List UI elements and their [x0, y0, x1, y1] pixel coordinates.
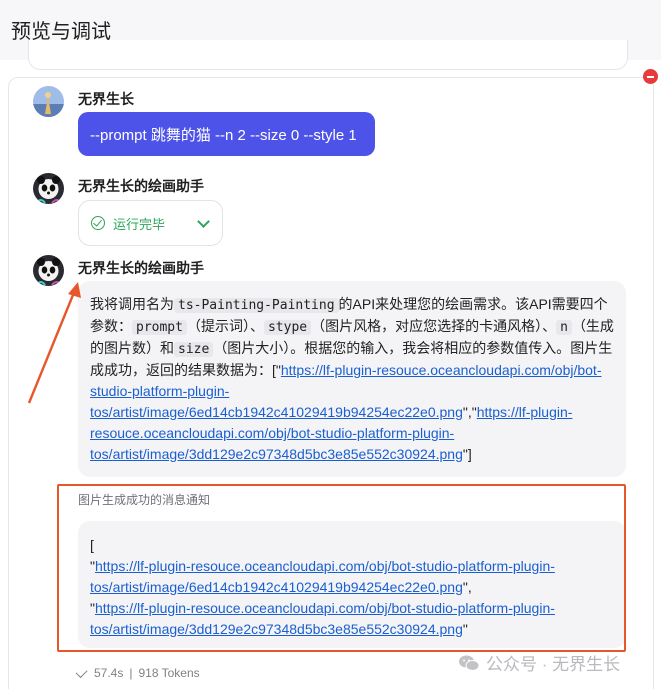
run-status-text: 运行完毕	[113, 216, 166, 232]
annotation-arrow-icon	[27, 282, 81, 404]
reply-text: "]	[462, 446, 472, 462]
inline-code: size	[174, 342, 214, 357]
remove-icon[interactable]	[643, 69, 658, 84]
user-message-bubble: --prompt 跳舞的猫 --n 2 --size 0 --style 1	[78, 112, 375, 156]
watermark-text: 公众号 · 无界生长	[486, 655, 621, 674]
user-name: 无界生长	[78, 91, 134, 107]
inline-code: n	[556, 320, 572, 335]
reply-text: 我将调用名为	[90, 296, 174, 312]
inline-code: ts-Painting-Painting	[174, 298, 339, 313]
reply-text: （提示词）、	[186, 318, 264, 334]
wechat-icon	[459, 655, 480, 671]
bot-name-2: 无界生长的绘画助手	[78, 260, 204, 276]
chevron-down-icon	[197, 215, 210, 228]
run-status-toggle[interactable]: 运行完毕	[78, 200, 223, 246]
reply-text: ","	[462, 404, 477, 420]
response-meta: 57.4s | 918 Tokens	[75, 665, 200, 680]
user-avatar	[33, 86, 64, 117]
previous-message-card	[28, 40, 628, 70]
bot-avatar	[33, 173, 64, 204]
reply-text: （图片风格，对应您选择的卡通风格）、	[311, 318, 557, 334]
response-time: 57.4s	[94, 666, 124, 680]
check-circle-icon	[91, 216, 105, 230]
token-count: 918 Tokens	[138, 666, 200, 680]
inline-code: stype	[263, 320, 312, 335]
bot-reply-bubble: 我将调用名为 ts-Painting-Painting 的API来处理您的绘画需求。…	[78, 281, 626, 477]
highlight-annotation-box	[57, 484, 626, 652]
check-icon	[75, 665, 88, 678]
meta-separator: |	[129, 666, 133, 680]
bot-name: 无界生长的绘画助手	[78, 178, 204, 194]
inline-code: prompt	[132, 320, 187, 335]
watermark: 公众号 · 无界生长	[458, 650, 620, 675]
